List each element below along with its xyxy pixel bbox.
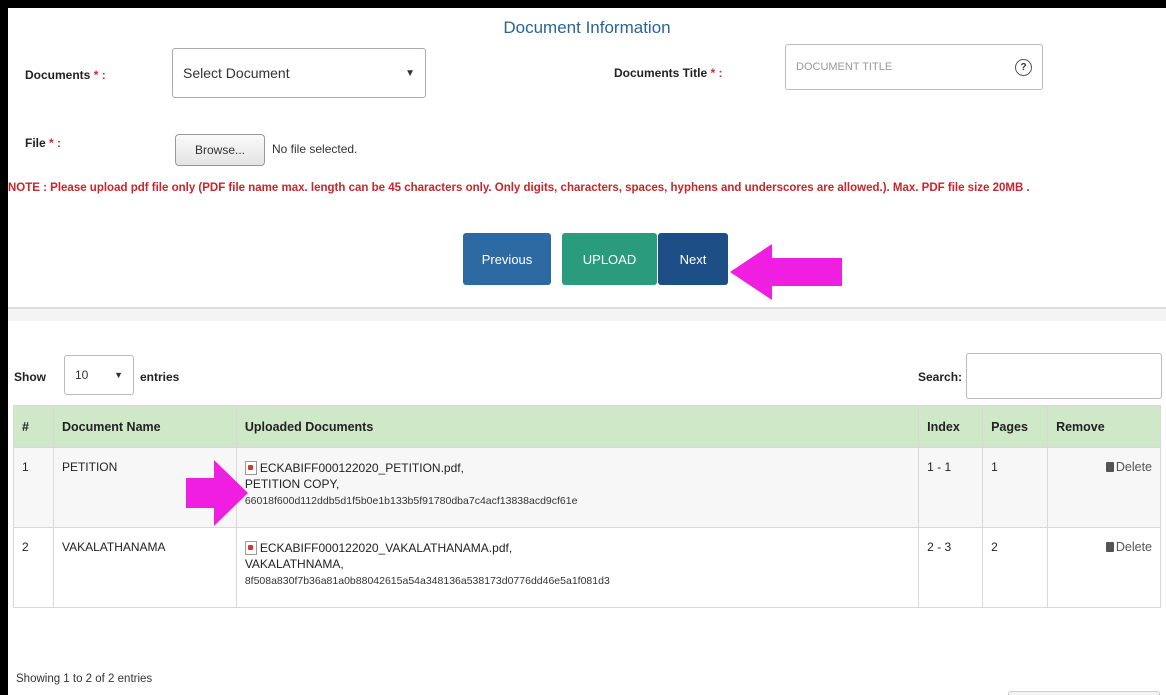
uploaded-file-description: VAKALATHNAMA, — [244, 557, 344, 571]
index-range: 1 - 1 — [918, 447, 984, 528]
page-length-value: 10 — [75, 368, 89, 382]
uploaded-file-hash: 8f508a830f7b36a81a0b88042615a54a348136a5… — [244, 575, 610, 587]
table-row: 2 VAKALATHANAMA ECKABIFF000122020_VAKALA… — [13, 527, 1161, 608]
uploaded-file-name[interactable]: ECKABIFF000122020_PETITION.pdf, — [260, 460, 464, 476]
page-count: 1 — [982, 447, 1049, 528]
panel-title: Document Information — [503, 18, 671, 37]
delete-button[interactable]: Delete — [1105, 540, 1152, 554]
page-length-select[interactable]: 10 ▼ — [64, 355, 134, 395]
column-header-document-name[interactable]: Document Name — [52, 405, 237, 448]
uploaded-file[interactable]: ECKABIFF000122020_PETITION.pdf, — [244, 460, 910, 476]
upload-note: NOTE : Please upload pdf file only (PDF … — [8, 182, 1030, 194]
document-select[interactable]: Select Document ▼ — [172, 48, 426, 98]
delete-label: Delete — [1115, 460, 1152, 474]
remove-cell: Delete — [1047, 527, 1161, 608]
browse-button[interactable]: Browse... — [175, 134, 265, 166]
file-label-text: File — [25, 136, 46, 150]
pdf-file-icon — [244, 541, 257, 555]
page-frame: Document Information Documents * : Selec… — [8, 8, 1166, 695]
column-header-remove[interactable]: Remove — [1047, 405, 1161, 448]
show-label: Show — [14, 370, 46, 384]
uploaded-document-cell: ECKABIFF000122020_PETITION.pdf, PETITION… — [235, 447, 920, 528]
delete-label: Delete — [1115, 540, 1152, 554]
previous-button[interactable]: Previous — [463, 233, 551, 285]
required-marker: * : — [93, 68, 106, 82]
remove-cell: Delete — [1047, 447, 1161, 528]
document-name: VAKALATHANAMA — [52, 527, 237, 608]
documents-title-label-text: Documents Title — [614, 66, 708, 80]
document-title-placeholder: DOCUMENT TITLE — [796, 61, 893, 73]
table-info: Showing 1 to 2 of 2 entries — [16, 673, 153, 685]
trash-icon — [1105, 542, 1114, 552]
arrow-right-icon — [186, 460, 248, 526]
delete-button[interactable]: Delete — [1105, 460, 1152, 474]
row-number: 2 — [13, 527, 54, 608]
column-header-number[interactable]: # — [13, 405, 54, 448]
help-icon[interactable]: ? — [1015, 58, 1032, 76]
file-label: File * : — [25, 136, 61, 150]
chevron-down-icon: ▼ — [114, 370, 123, 380]
uploaded-file-name[interactable]: ECKABIFF000122020_VAKALATHANAMA.pdf, — [260, 540, 512, 556]
uploaded-document-cell: ECKABIFF000122020_VAKALATHANAMA.pdf, VAK… — [235, 527, 920, 608]
document-select-value: Select Document — [183, 65, 290, 81]
required-marker: * : — [710, 66, 723, 80]
column-header-index[interactable]: Index — [918, 405, 984, 448]
search-input[interactable] — [966, 353, 1162, 399]
column-header-uploaded-documents[interactable]: Uploaded Documents — [235, 405, 920, 448]
entries-label: entries — [140, 370, 180, 384]
trash-icon — [1105, 462, 1114, 472]
page-count: 2 — [982, 527, 1049, 608]
table-header-row: # Document Name Uploaded Documents Index… — [13, 405, 1161, 448]
document-title-input[interactable]: DOCUMENT TITLE ? — [785, 44, 1043, 90]
documents-title-label: Documents Title * : — [614, 66, 722, 80]
row-number: 1 — [13, 447, 54, 528]
uploaded-file-description: PETITION COPY, — [244, 477, 340, 491]
required-marker: * : — [49, 136, 62, 150]
pagination-control[interactable] — [1008, 691, 1160, 695]
chevron-down-icon: ▼ — [405, 67, 415, 79]
next-button[interactable]: Next — [658, 233, 728, 285]
column-header-pages[interactable]: Pages — [982, 405, 1049, 448]
documents-label-text: Documents — [25, 68, 91, 82]
search-label: Search: — [918, 370, 963, 384]
section-band — [8, 309, 1166, 321]
index-range: 2 - 3 — [918, 527, 984, 608]
uploaded-file-hash: 66018f600d112ddb5d1f5b0e1b133b5f91780dba… — [244, 495, 578, 507]
upload-button[interactable]: UPLOAD — [562, 233, 657, 285]
arrow-left-icon — [730, 244, 842, 300]
documents-label: Documents * : — [25, 68, 106, 82]
uploaded-file[interactable]: ECKABIFF000122020_VAKALATHANAMA.pdf, — [244, 540, 910, 556]
file-status: No file selected. — [272, 142, 358, 156]
